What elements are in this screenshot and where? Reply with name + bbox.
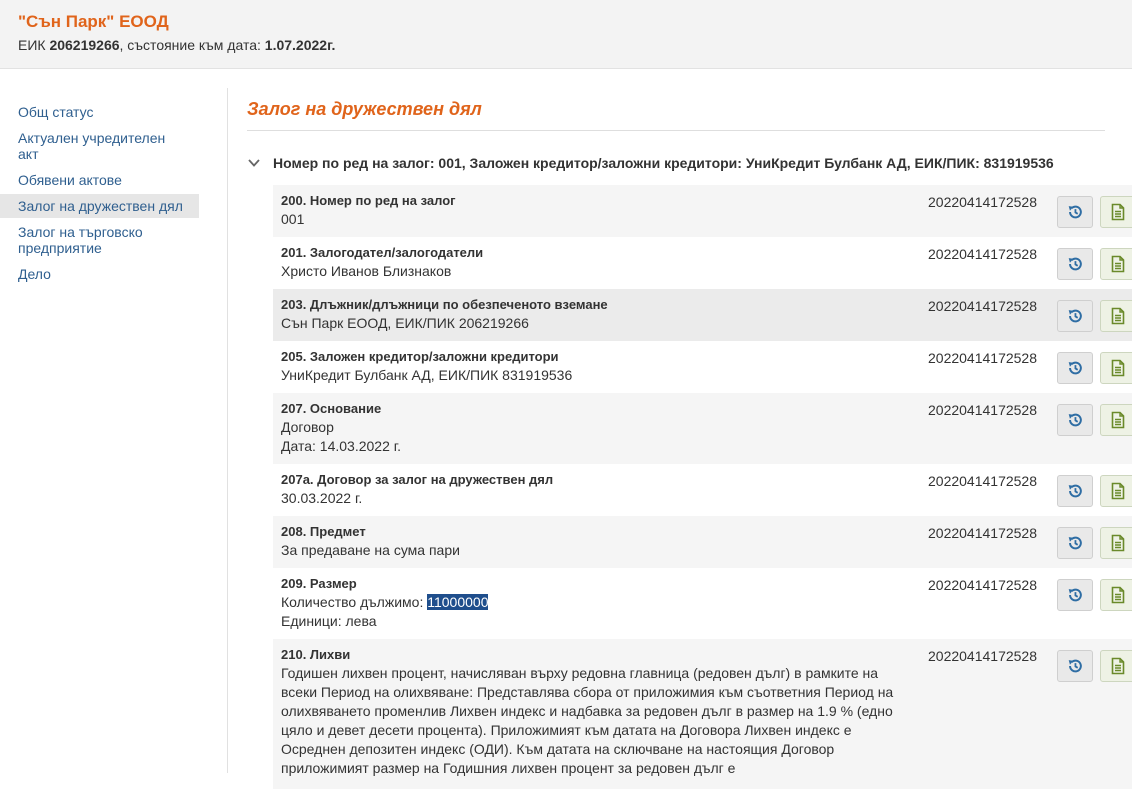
field-value: Единици: лева [281, 613, 377, 629]
main-content: Залог на дружествен дял Номер по ред на … [247, 99, 1132, 789]
field-row: 200. Номер по ред на залог 001 202204141… [273, 185, 1132, 237]
document-icon [1111, 534, 1125, 552]
field-entry-id: 20220414172528 [928, 577, 1038, 593]
amount-prefix: Количество дължимо: [281, 594, 428, 610]
document-button[interactable] [1100, 475, 1132, 507]
field-value: Договор [281, 419, 334, 435]
company-meta: ЕИК 206219266, състояние към дата: 1.07.… [18, 37, 335, 53]
document-button[interactable] [1100, 248, 1132, 280]
history-icon [1068, 257, 1082, 271]
document-icon [1111, 657, 1125, 675]
document-button[interactable] [1100, 196, 1132, 228]
field-row: 201. Залогодател/залогодатели Христо Ива… [273, 237, 1132, 289]
sidebar-item-published-acts[interactable]: Обявени актове [0, 168, 199, 192]
document-button[interactable] [1100, 650, 1132, 682]
document-button[interactable] [1100, 300, 1132, 332]
field-value: Количество дължимо: 11000000 [281, 593, 911, 612]
history-button[interactable] [1057, 196, 1093, 228]
sidebar-item-founding-act[interactable]: Актуален учредителен акт [0, 126, 199, 166]
amount-value: 11000000 [427, 594, 489, 610]
document-icon [1111, 255, 1125, 273]
history-button[interactable] [1057, 527, 1093, 559]
section-title: Залог на дружествен дял [247, 99, 1105, 131]
field-row: 203. Длъжник/длъжници по обезпеченото вз… [273, 289, 1132, 341]
field-value: Годишен лихвен процент, начисляван върху… [281, 665, 894, 776]
company-name: "Сън Парк" ЕООД [18, 12, 169, 31]
history-icon [1068, 309, 1082, 323]
eik-label: ЕИК [18, 37, 50, 53]
document-icon [1111, 203, 1125, 221]
field-value: Сън Парк ЕООД, ЕИК/ПИК 206219266 [281, 315, 529, 331]
document-button[interactable] [1100, 527, 1132, 559]
field-value: Дата: 14.03.2022 г. [281, 438, 402, 454]
history-icon [1068, 205, 1082, 219]
field-value: За предаване на сума пари [281, 542, 460, 558]
history-button[interactable] [1057, 404, 1093, 436]
company-header: "Сън Парк" ЕООД ЕИК 206219266, състояние… [0, 0, 1132, 69]
sidebar-item-share-pledge[interactable]: Залог на дружествен дял [0, 194, 199, 218]
eik-value: 206219266 [49, 37, 120, 53]
history-button[interactable] [1057, 352, 1093, 384]
history-button[interactable] [1057, 475, 1093, 507]
field-entry-id: 20220414172528 [928, 525, 1038, 541]
field-entry-id: 20220414172528 [928, 473, 1038, 489]
pledge-group-header[interactable]: Номер по ред на залог: 001, Заложен кред… [247, 155, 1054, 171]
document-button[interactable] [1100, 404, 1132, 436]
field-row: 207. Основание Договор Дата: 14.03.2022 … [273, 393, 1132, 464]
document-button[interactable] [1100, 352, 1132, 384]
history-button[interactable] [1057, 248, 1093, 280]
pledge-fields-list: 200. Номер по ред на залог 001 202204141… [273, 185, 1132, 789]
field-entry-id: 20220414172528 [928, 194, 1038, 210]
sidebar: Общ статус Актуален учредителен акт Обяв… [0, 100, 226, 288]
sidebar-item-case[interactable]: Дело [0, 262, 199, 286]
history-icon [1068, 659, 1082, 673]
field-entry-id: 20220414172528 [928, 402, 1038, 418]
document-icon [1111, 307, 1125, 325]
chevron-down-icon[interactable] [247, 156, 261, 170]
field-row: 208. Предмет За предаване на сума пари 2… [273, 516, 1132, 568]
field-value: УниКредит Булбанк АД, ЕИК/ПИК 831919536 [281, 367, 573, 383]
state-label: , състояние към дата: [119, 37, 265, 53]
document-icon [1111, 411, 1125, 429]
pledge-group-title: Номер по ред на залог: 001, Заложен кред… [273, 155, 1054, 171]
state-date: 1.07.2022г. [264, 37, 336, 53]
history-icon [1068, 588, 1082, 602]
field-entry-id: 20220414172528 [928, 648, 1038, 664]
document-icon [1111, 482, 1125, 500]
document-button[interactable] [1100, 579, 1132, 611]
sidebar-item-enterprise-pledge[interactable]: Залог на търговско предприятие [0, 220, 199, 260]
history-icon [1068, 536, 1082, 550]
sidebar-item-general-status[interactable]: Общ статус [0, 100, 199, 124]
field-row: 207а. Договор за залог на дружествен дял… [273, 464, 1132, 516]
field-value: Христо Иванов Близнаков [281, 263, 452, 279]
history-icon [1068, 413, 1082, 427]
field-row: 209. Размер Количество дължимо: 11000000… [273, 568, 1132, 639]
history-button[interactable] [1057, 579, 1093, 611]
history-button[interactable] [1057, 650, 1093, 682]
history-icon [1068, 361, 1082, 375]
document-icon [1111, 359, 1125, 377]
field-value: 30.03.2022 г. [281, 490, 363, 506]
history-button[interactable] [1057, 300, 1093, 332]
field-row: 205. Заложен кредитор/заложни кредитори … [273, 341, 1132, 393]
field-entry-id: 20220414172528 [928, 298, 1038, 314]
field-entry-id: 20220414172528 [928, 350, 1038, 366]
field-value: 001 [281, 211, 305, 227]
field-entry-id: 20220414172528 [928, 246, 1038, 262]
sidebar-divider [227, 88, 228, 773]
document-icon [1111, 586, 1125, 604]
history-icon [1068, 484, 1082, 498]
field-row: 210. Лихви Годишен лихвен процент, начис… [273, 639, 1132, 789]
